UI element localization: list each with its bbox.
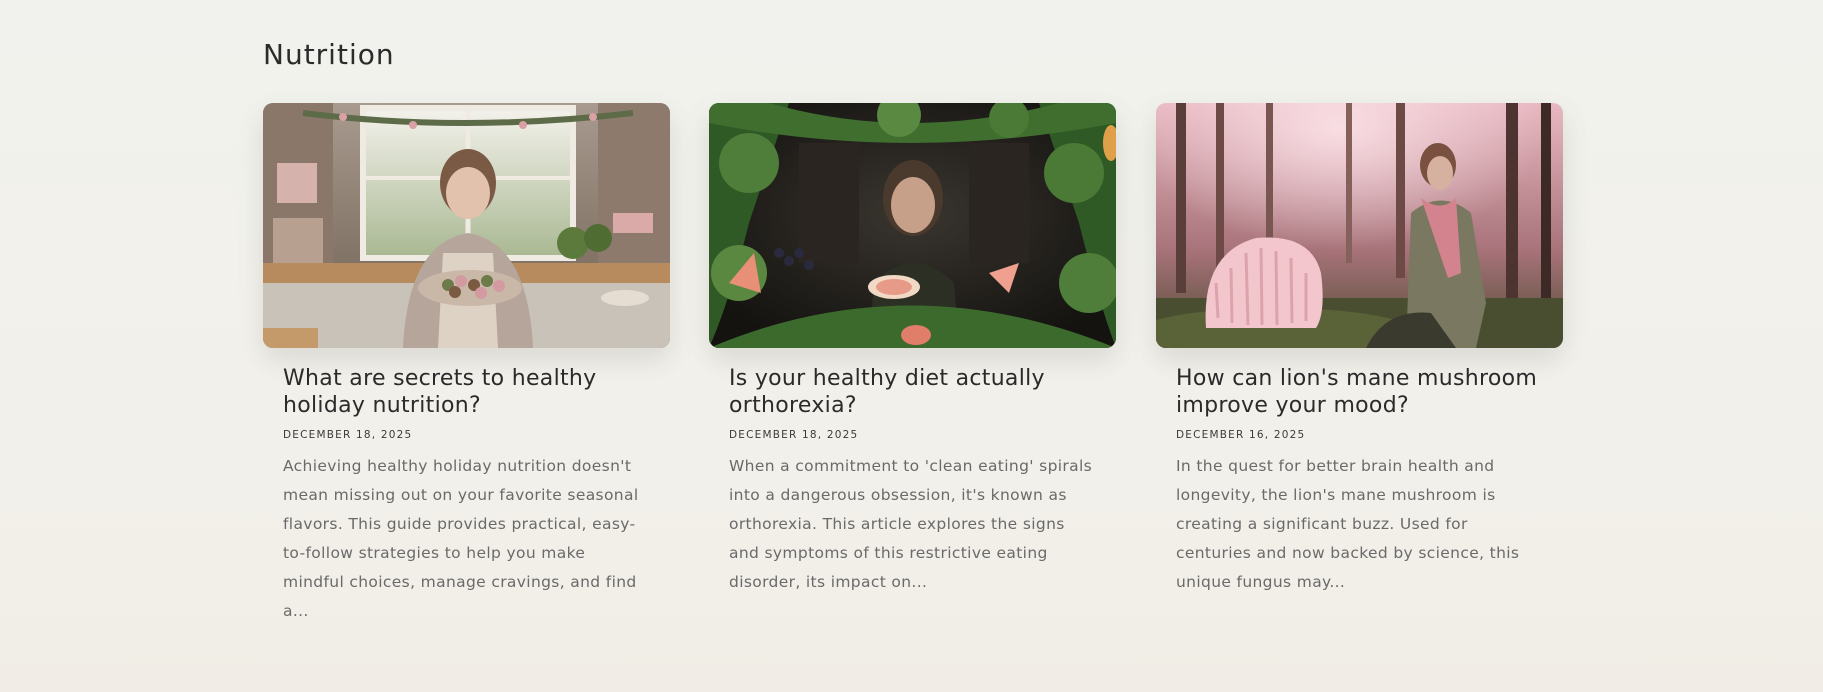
article-card[interactable]: How can lion's mane mushroom improve you… — [1156, 103, 1563, 597]
article-date: DECEMBER 18, 2025 — [283, 429, 413, 441]
article-title[interactable]: What are secrets to healthy holiday nutr… — [283, 365, 650, 419]
article-excerpt: Achieving healthy holiday nutrition does… — [283, 457, 639, 620]
article-excerpt: When a commitment to 'clean eating' spir… — [729, 457, 1093, 591]
article-image-kitchen[interactable] — [263, 103, 670, 348]
article-image-lions-mane[interactable] — [1156, 103, 1563, 348]
article-title[interactable]: How can lion's mane mushroom improve you… — [1176, 365, 1543, 419]
article-title[interactable]: Is your healthy diet actually orthorexia… — [729, 365, 1096, 419]
article-date: DECEMBER 16, 2025 — [1176, 429, 1306, 441]
article-card[interactable]: What are secrets to healthy holiday nutr… — [263, 103, 670, 626]
section-title: Nutrition — [263, 38, 395, 71]
article-card[interactable]: Is your healthy diet actually orthorexia… — [709, 103, 1116, 597]
article-excerpt: In the quest for better brain health and… — [1176, 457, 1520, 591]
article-image-kale-frame[interactable] — [709, 103, 1116, 348]
article-date: DECEMBER 18, 2025 — [729, 429, 859, 441]
nutrition-section: Nutrition What are secrets to healthy ho… — [263, 0, 1563, 692]
